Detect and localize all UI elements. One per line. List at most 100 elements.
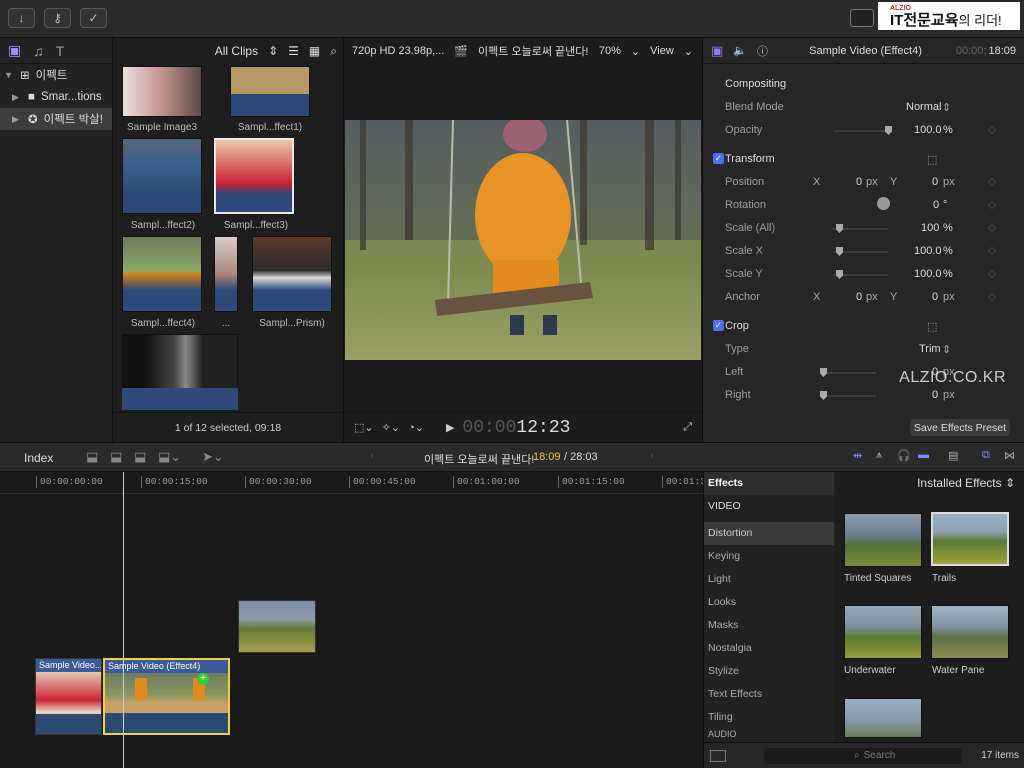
video-frame[interactable] — [345, 120, 701, 360]
clip-thumbnail[interactable] — [122, 236, 202, 312]
keyframe-icon[interactable] — [987, 125, 997, 135]
search-field[interactable]: ⌕ Search — [764, 747, 962, 764]
timeline-clip[interactable]: Sample Video... — [35, 658, 102, 735]
share-icon[interactable] — [850, 9, 874, 27]
keyframe-icon[interactable] — [987, 200, 997, 210]
playhead[interactable] — [123, 472, 124, 768]
disclosure-right-icon[interactable]: ▶ — [12, 114, 22, 125]
enhance-icon[interactable]: ✧⌄ — [382, 421, 400, 434]
keyframe-icon[interactable] — [987, 177, 997, 187]
fullscreen-icon[interactable]: ⤢ — [683, 421, 692, 434]
installed-effects-dropdown[interactable]: Installed Effects ⇕ — [917, 476, 1015, 490]
libraries-icon[interactable]: ▣ — [8, 42, 21, 59]
opacity-slider-knob[interactable] — [885, 126, 892, 135]
transform-section[interactable]: ✓ Transform ⬚ — [703, 148, 1024, 171]
filmstrip-icon[interactable]: ▦ — [309, 44, 320, 58]
transform-tool-icon[interactable]: ⬚⌄ — [354, 421, 374, 434]
scale-y-value[interactable]: 100.0 — [914, 268, 942, 280]
category-video[interactable]: VIDEO — [704, 495, 834, 518]
overwrite-clip-icon[interactable]: ⬓⌄ — [158, 449, 181, 465]
zoom-dropdown[interactable]: 70% — [599, 45, 621, 57]
category-keying[interactable]: Keying — [704, 545, 834, 568]
scale-all-value[interactable]: 100 — [921, 222, 939, 234]
back-arrow-icon[interactable]: ‹ — [370, 450, 374, 462]
save-effects-preset-button[interactable]: Save Effects Preset — [910, 419, 1010, 436]
position-y-value[interactable]: 0 — [932, 176, 938, 188]
compositing-section[interactable]: Compositing — [703, 73, 1024, 96]
effect-thumbnail[interactable] — [844, 698, 922, 738]
audio-inspector-icon[interactable]: 🔈 — [733, 44, 747, 57]
keyframe-icon[interactable] — [987, 223, 997, 233]
clip-appearance-icon[interactable]: ▤ — [948, 449, 958, 462]
scale-all-slider-knob[interactable] — [836, 224, 843, 233]
sidebar-toggle-icon[interactable] — [710, 749, 726, 762]
clip-thumbnail[interactable] — [230, 66, 310, 117]
index-button[interactable]: Index — [24, 451, 53, 465]
search-icon[interactable]: ⌕ — [330, 44, 337, 59]
keywords-button[interactable]: ⚷ — [44, 8, 71, 28]
crop-left-slider[interactable] — [821, 372, 876, 374]
connect-clip-icon[interactable]: ⬓ — [86, 449, 98, 465]
info-icon[interactable]: ⓘ — [757, 43, 768, 59]
clip-thumbnail[interactable] — [252, 236, 332, 312]
clip-thumbnail[interactable] — [122, 66, 202, 117]
skimming-icon[interactable]: ⇹ — [853, 449, 862, 462]
crop-onscreen-icon[interactable]: ⬚ — [927, 320, 937, 333]
crop-type-dropdown[interactable]: Trim — [919, 343, 941, 355]
keyframe-icon[interactable] — [987, 292, 997, 302]
checkbox-icon[interactable]: ✓ — [713, 153, 724, 164]
photos-audio-icon[interactable]: ♫ — [33, 43, 44, 59]
keyframe-icon[interactable] — [987, 269, 997, 279]
forward-arrow-icon[interactable]: › — [650, 450, 654, 462]
library-item-smart-collections[interactable]: ▶ ■ Smar...tions — [0, 86, 112, 108]
scale-x-value[interactable]: 100.0 — [914, 245, 942, 257]
select-tool-icon[interactable]: ➤⌄ — [202, 449, 224, 465]
clip-thumbnail[interactable] — [122, 138, 202, 214]
keyframe-icon[interactable] — [987, 246, 997, 256]
timeline[interactable]: 00:00:00:00 00:00:15:00 00:00:30:00 00:0… — [0, 472, 706, 768]
list-view-icon[interactable]: ☰ — [288, 44, 299, 58]
disclosure-right-icon[interactable]: ▶ — [12, 92, 22, 103]
clip-thumbnail[interactable] — [214, 236, 238, 312]
scale-x-slider-knob[interactable] — [836, 247, 843, 256]
retime-icon[interactable]: ◔⌄ — [408, 421, 424, 434]
crop-right-slider[interactable] — [821, 395, 876, 397]
opacity-slider[interactable] — [833, 130, 888, 132]
category-light[interactable]: Light — [704, 568, 834, 591]
snapping-icon[interactable]: ▬ — [918, 449, 929, 461]
audio-skimming-icon[interactable]: ⩚ — [876, 449, 882, 462]
insert-clip-icon[interactable]: ⬓ — [110, 449, 122, 465]
anchor-x-value[interactable]: 0 — [856, 291, 862, 303]
crop-right-slider-knob[interactable] — [820, 391, 827, 400]
anchor-y-value[interactable]: 0 — [932, 291, 938, 303]
rotation-value[interactable]: 0 — [933, 199, 939, 211]
titles-generators-icon[interactable]: T — [56, 43, 65, 59]
library-item-effects[interactable]: ▼ ⊞ 이펙트 — [0, 64, 112, 86]
view-dropdown[interactable]: View — [650, 45, 674, 57]
transitions-icon[interactable]: ⋈ — [1004, 449, 1015, 462]
disclosure-down-icon[interactable]: ▼ — [4, 70, 14, 80]
library-item-event[interactable]: ▶ ✪ 이펙트 박살! — [0, 108, 112, 130]
background-tasks-button[interactable]: ✓ — [80, 8, 107, 28]
effect-thumbnail-underwater[interactable] — [844, 605, 922, 659]
scale-y-slider-knob[interactable] — [836, 270, 843, 279]
blend-mode-dropdown[interactable]: Normal — [906, 101, 941, 113]
category-text-effects[interactable]: Text Effects — [704, 683, 834, 706]
browser-toggle-icon[interactable]: ⧉ — [982, 449, 990, 462]
connected-clip[interactable] — [238, 600, 316, 653]
all-clips-dropdown[interactable]: All Clips — [215, 44, 258, 58]
import-button[interactable]: ↓ — [8, 8, 35, 28]
effect-thumbnail-tinted-squares[interactable] — [844, 513, 922, 567]
format-label[interactable]: 720p HD 23.98p,... — [352, 45, 444, 57]
crop-section[interactable]: ✓ Crop ⬚ — [703, 315, 1024, 338]
video-inspector-icon[interactable]: ▣ — [711, 43, 723, 59]
effect-thumbnail-water-pane[interactable] — [931, 605, 1009, 659]
crop-left-slider-knob[interactable] — [820, 368, 827, 377]
clip-thumbnail-selected[interactable] — [214, 138, 294, 214]
play-icon[interactable]: ▶ — [446, 421, 454, 434]
crop-right-value[interactable]: 0 — [932, 389, 938, 401]
category-stylize[interactable]: Stylize — [704, 660, 834, 683]
rotation-dial-icon[interactable] — [877, 197, 890, 210]
transform-onscreen-icon[interactable]: ⬚ — [927, 153, 937, 166]
append-clip-icon[interactable]: ⬓ — [134, 449, 146, 465]
